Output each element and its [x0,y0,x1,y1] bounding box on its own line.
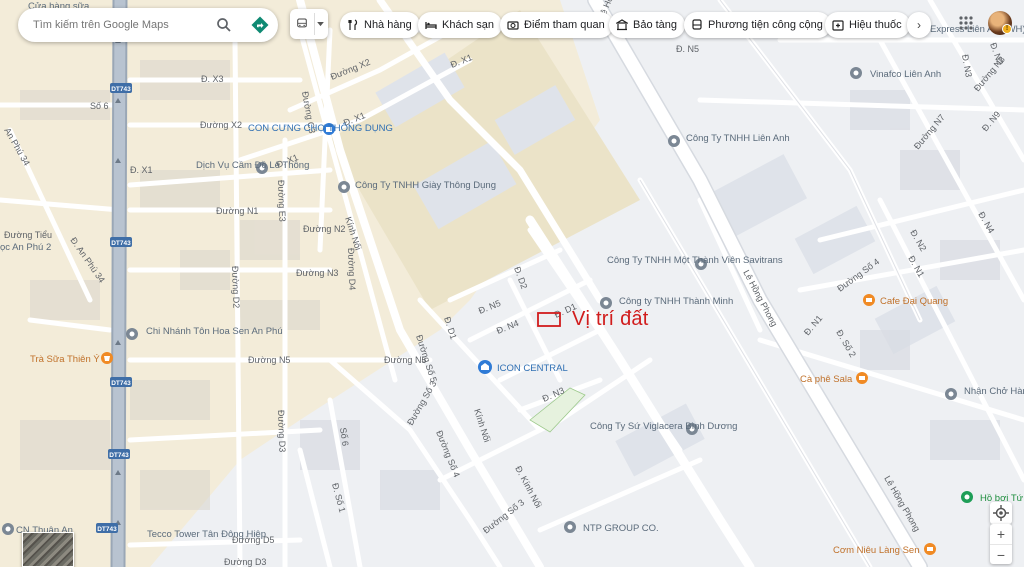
poi-label: Chi Nhánh Tôn Hoa Sen An Phú [146,326,283,337]
pharmacy-icon [832,20,844,31]
poi-label: Công Ty TNHH Giày Thông Dụng [355,180,496,191]
hwy-label: DT743 [97,526,117,533]
bus-icon [692,19,702,30]
chip-attractions[interactable]: Điểm tham quan [500,12,613,38]
search-icon[interactable] [216,17,232,33]
search-bar[interactable] [18,8,278,42]
poi-label: Nhận Chở Hàn xe tải-Chuyển [964,386,1024,397]
zoom-control: + − [990,524,1012,564]
bed-icon [425,22,437,29]
road-label: Đường N1 [216,206,258,216]
road-label: Đường X2 [200,120,242,130]
chip-pharmacy[interactable]: Hiệu thuốc [825,12,910,38]
poi-marker-lienanh [668,135,680,147]
road-label: Đ. N5 [676,44,699,54]
chip-restaurants[interactable]: Nhà hàng [340,12,420,38]
zoom-out-button[interactable]: − [990,544,1012,564]
hwy-label: DT743 [109,452,129,459]
apps-grid-icon[interactable] [958,15,974,31]
road-label: Đường N3 [296,268,338,278]
poi-label: Công Ty Sứ Viglacera Bình Dương [590,421,737,432]
poi-marker-nhanchohang [945,388,957,400]
chip-label: Nhà hàng [364,19,412,31]
poi-label: Tecco Tower Tân Đông Hiệp [147,529,266,540]
search-input[interactable] [33,19,203,31]
chip-label: Khách sạn [442,19,494,31]
hwy-shield: DT743 [110,377,132,387]
my-location-button[interactable] [990,502,1012,524]
poi-marker-hoboi [961,491,973,503]
poi-marker-iconcentral [478,360,492,374]
transit-icon [297,18,307,28]
poi-marker-ntp [564,521,576,533]
hwy-shield: DT743 [110,83,132,93]
road-label: Đ. X1 [130,165,153,175]
chip-label: Điểm tham quan [524,19,605,31]
chip-label: Phương tiện công cộng [708,19,823,31]
poi-marker-vinafco [850,67,862,79]
poi-marker-trasua [101,352,113,364]
road-label: Đường D4 [346,248,357,291]
road-label: Đ. X3 [201,74,224,84]
chip-transit[interactable]: Phương tiện công cộng [684,12,831,38]
poi-label: Trà Sữa Thiên Ý [30,354,100,365]
road-label: Đường Tiểu [4,230,52,240]
road-label: Số 6 [90,101,109,111]
poi-label: Công Ty TNHH Một Thành Viên Savitrans [607,255,783,266]
poi-marker-comnieu [924,543,936,555]
site-marker-label: Vị trí đất [572,308,649,330]
hwy-shield: DT743 [96,523,118,533]
poi-marker-chinhanhton [126,328,138,340]
poi-label: Cơm Niêu Làng Sen [833,545,920,556]
poi-label: Dịch Vụ Cầm Đồ Lê Thông [196,160,309,171]
zoom-in-button[interactable]: + [990,524,1012,544]
fork-knife-icon [348,19,358,30]
poi-label: NTP GROUP CO. [583,523,659,534]
hwy-label: DT743 [111,86,131,93]
road-label: Đường N2 [303,224,345,234]
chip-label: Bảo tàng [633,19,678,31]
poi-marker-giaythongdung [338,181,350,193]
road-label: Đường N5 [384,355,426,365]
poi-marker-caphesala [856,372,868,384]
poi-label: Công Ty TNHH Liên Anh [686,133,790,144]
road-label: Đường N5 [248,355,290,365]
transit-layer-button[interactable] [290,9,328,39]
map-canvas[interactable]: DT743 DT743 DT743 DT743 DT743 Đ. X3 Đườn… [0,0,1024,567]
hwy-label: DT743 [111,240,131,247]
hwy-shield: DT743 [108,449,130,459]
chip-museums[interactable]: Bảo tàng [609,12,686,38]
road-label: Đường D2 [230,266,241,309]
chip-hotels[interactable]: Khách sạn [418,12,502,38]
poi-marker-cnthuanan [2,523,14,535]
museum-icon [616,19,628,31]
poi-label: Vinafco Liên Anh [870,69,941,80]
road-label: Đường D3 [276,410,287,453]
warning-badge-icon: ! [1002,24,1012,34]
poi-label: ọc An Phú 2 [0,242,51,253]
hwy-label: DT743 [111,380,131,387]
camera-icon [507,21,519,30]
road-label: Đường D3 [224,557,266,567]
chip-label: Hiệu thuốc [849,19,902,31]
poi-label: CON CƯNG CHỢ THÔNG DỤNG [248,123,393,134]
road-label: Đường E3 [276,180,287,222]
poi-label: Công ty TNHH Thành Minh [619,296,733,307]
hwy-shield: DT743 [110,237,132,247]
location-target-icon [993,505,1009,521]
poi-marker-cafedaiquang [863,294,875,306]
directions-icon[interactable] [250,15,270,35]
satellite-layer-thumbnail[interactable] [22,532,74,567]
poi-label: Cà phê Sala [800,374,853,385]
chevron-down-icon [317,22,324,27]
chips-next-button[interactable]: › [907,12,931,38]
poi-label: Cafe Đại Quang [880,296,948,307]
poi-label: ICON CENTRAL [497,363,568,374]
